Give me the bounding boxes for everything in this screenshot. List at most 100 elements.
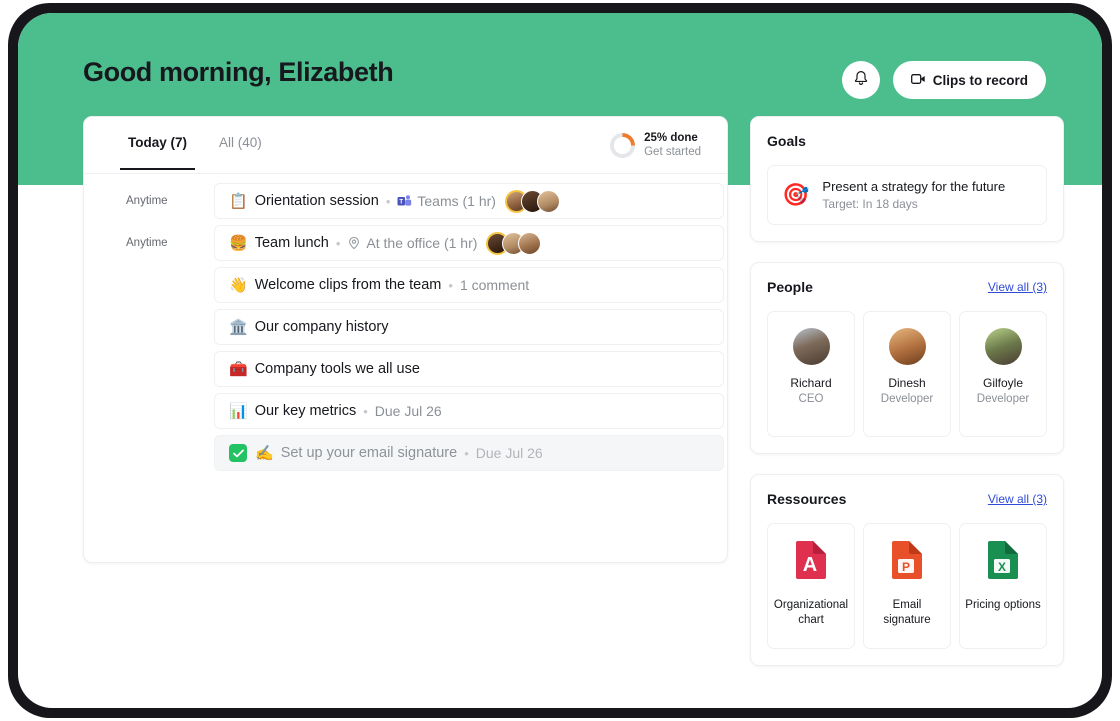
svg-text:T: T: [400, 199, 404, 205]
person-card[interactable]: Gilfoyle Developer: [959, 311, 1047, 437]
separator-dot: •: [335, 235, 341, 251]
resource-label: Pricing options: [965, 599, 1041, 611]
resource-label: Email signature: [883, 599, 931, 626]
task-meta-label: 1 comment: [459, 277, 530, 293]
goal-target: Target: In 18 days: [822, 197, 918, 211]
people-panel: People View all (3) Richard CEO Dinesh D…: [750, 262, 1064, 454]
hamburger-emoji: 🍔: [229, 234, 248, 252]
microsoft-teams-icon: T: [397, 194, 412, 209]
svg-text:P: P: [902, 560, 910, 574]
video-camera-icon: [910, 73, 926, 88]
person-card[interactable]: Richard CEO: [767, 311, 855, 437]
person-role: CEO: [798, 393, 824, 405]
person-name: Richard: [790, 376, 832, 390]
app-screen: Good morning, Elizabeth Clips to record …: [18, 13, 1102, 708]
goals-title: Goals: [767, 133, 806, 149]
task-meta-label: Due Jul 26: [374, 403, 442, 419]
task-title: Welcome clips from the team: [254, 277, 442, 293]
resources-panel-header: Ressources View all (3): [767, 475, 1047, 523]
assignee-avatars[interactable]: [504, 189, 560, 213]
pdf-file-icon: A: [794, 540, 828, 585]
waving-hand-emoji: 👋: [229, 276, 248, 294]
task-checkbox-checked[interactable]: [229, 444, 247, 462]
resource-card[interactable]: A Organizational chart: [767, 523, 855, 649]
right-sidebar: Goals 🎯 Present a strategy for the futur…: [750, 116, 1064, 686]
clips-button-label: Clips to record: [932, 72, 1028, 88]
classical-building-emoji: 🏛️: [229, 318, 248, 336]
task-row[interactable]: ✍️ Set up your email signature • Due Jul 26: [84, 432, 727, 474]
notifications-button[interactable]: [841, 61, 880, 99]
task-pill[interactable]: 🏛️ Our company history: [214, 309, 724, 345]
task-meta: Due Jul 26: [476, 445, 543, 461]
task-row[interactable]: Anytime 🍔 Team lunch • At the office (1 hr): [84, 222, 727, 264]
resources-view-all-link[interactable]: View all (3): [988, 492, 1047, 506]
device-frame: Good morning, Elizabeth Clips to record …: [8, 3, 1112, 718]
task-row[interactable]: 📊 Our key metrics • Due Jul 26: [84, 390, 727, 432]
tabs-row: Today (7) All (40) 25% done Get started: [84, 117, 727, 174]
task-when-label: Anytime: [126, 195, 168, 207]
task-list: Anytime 📋 Orientation session • T Teams (1 …: [84, 174, 727, 474]
excel-file-icon: X: [986, 540, 1020, 585]
task-title: Team lunch: [254, 235, 329, 251]
task-meta: At the office (1 hr): [347, 235, 477, 251]
task-title: Our key metrics: [254, 403, 357, 419]
people-view-all-link[interactable]: View all (3): [988, 280, 1047, 294]
progress-percent-label: 25% done: [644, 132, 698, 144]
task-pill[interactable]: 🧰 Company tools we all use: [214, 351, 724, 387]
avatar: [792, 328, 830, 365]
svg-text:A: A: [803, 554, 817, 576]
task-pill[interactable]: 🍔 Team lunch • At the office (1 hr): [214, 225, 724, 261]
goals-list: 🎯 Present a strategy for the future Targ…: [767, 165, 1047, 225]
task-meta: 1 comment: [460, 277, 529, 293]
toolbox-emoji: 🧰: [229, 360, 248, 378]
separator-dot: •: [385, 193, 391, 209]
avatar: [536, 189, 560, 213]
header-actions: Clips to record: [841, 61, 1046, 99]
avatar: [984, 328, 1022, 365]
goals-panel: Goals 🎯 Present a strategy for the futur…: [750, 116, 1064, 242]
task-title: Our company history: [254, 319, 389, 335]
tab-today[interactable]: Today (7): [119, 135, 196, 170]
resource-label: Organizational chart: [773, 599, 849, 626]
task-pill[interactable]: ✍️ Set up your email signature • Due Jul 26: [214, 435, 724, 471]
task-row[interactable]: 👋 Welcome clips from the team • 1 comment: [84, 264, 727, 306]
separator-dot: •: [464, 445, 469, 461]
page-header: Good morning, Elizabeth Clips to record: [18, 13, 1102, 123]
clips-to-record-button[interactable]: Clips to record: [892, 61, 1046, 99]
task-meta-label: At the office (1 hr): [366, 235, 478, 251]
assignee-avatars[interactable]: [486, 231, 542, 255]
person-role: Developer: [976, 393, 1030, 405]
page-title: Good morning, Elizabeth: [83, 57, 394, 87]
goal-name: Present a strategy for the future: [822, 179, 1006, 194]
resource-card[interactable]: P Email signature: [863, 523, 951, 649]
resource-card[interactable]: X Pricing options: [959, 523, 1047, 649]
avatar: [518, 231, 542, 255]
separator-dot: •: [363, 403, 368, 419]
task-when-label: Anytime: [126, 237, 168, 249]
person-role: Developer: [880, 393, 934, 405]
tab-all[interactable]: All (40): [219, 135, 262, 170]
people-panel-header: People View all (3): [767, 263, 1047, 311]
goal-card[interactable]: 🎯 Present a strategy for the future Targ…: [767, 165, 1047, 225]
bell-icon: [853, 70, 869, 90]
resources-title: Ressources: [767, 491, 847, 507]
task-row[interactable]: 🧰 Company tools we all use: [84, 348, 727, 390]
task-meta: T Teams (1 hr): [397, 193, 496, 209]
clipboard-emoji: 📋: [229, 192, 248, 210]
task-pill[interactable]: 👋 Welcome clips from the team • 1 comment: [214, 267, 724, 303]
task-pill[interactable]: 📊 Our key metrics • Due Jul 26: [214, 393, 724, 429]
person-name: Dinesh: [888, 376, 926, 390]
task-title: Set up your email signature: [280, 445, 458, 461]
task-pill[interactable]: 📋 Orientation session • T Teams (1 hr): [214, 183, 724, 219]
task-row[interactable]: Anytime 📋 Orientation session • T Teams (1 …: [84, 180, 727, 222]
task-meta-label: Teams (1 hr): [417, 193, 496, 209]
person-name: Gilfoyle: [982, 376, 1023, 390]
progress-indicator: 25% done Get started: [610, 131, 701, 160]
resources-grid: A Organizational chart P Email signature…: [767, 523, 1047, 649]
location-pin-icon: [347, 236, 361, 250]
task-title: Company tools we all use: [254, 361, 420, 377]
people-title: People: [767, 279, 813, 295]
person-card[interactable]: Dinesh Developer: [863, 311, 951, 437]
resources-panel: Ressources View all (3) A Organizational…: [750, 474, 1064, 666]
task-row[interactable]: 🏛️ Our company history: [84, 306, 727, 348]
